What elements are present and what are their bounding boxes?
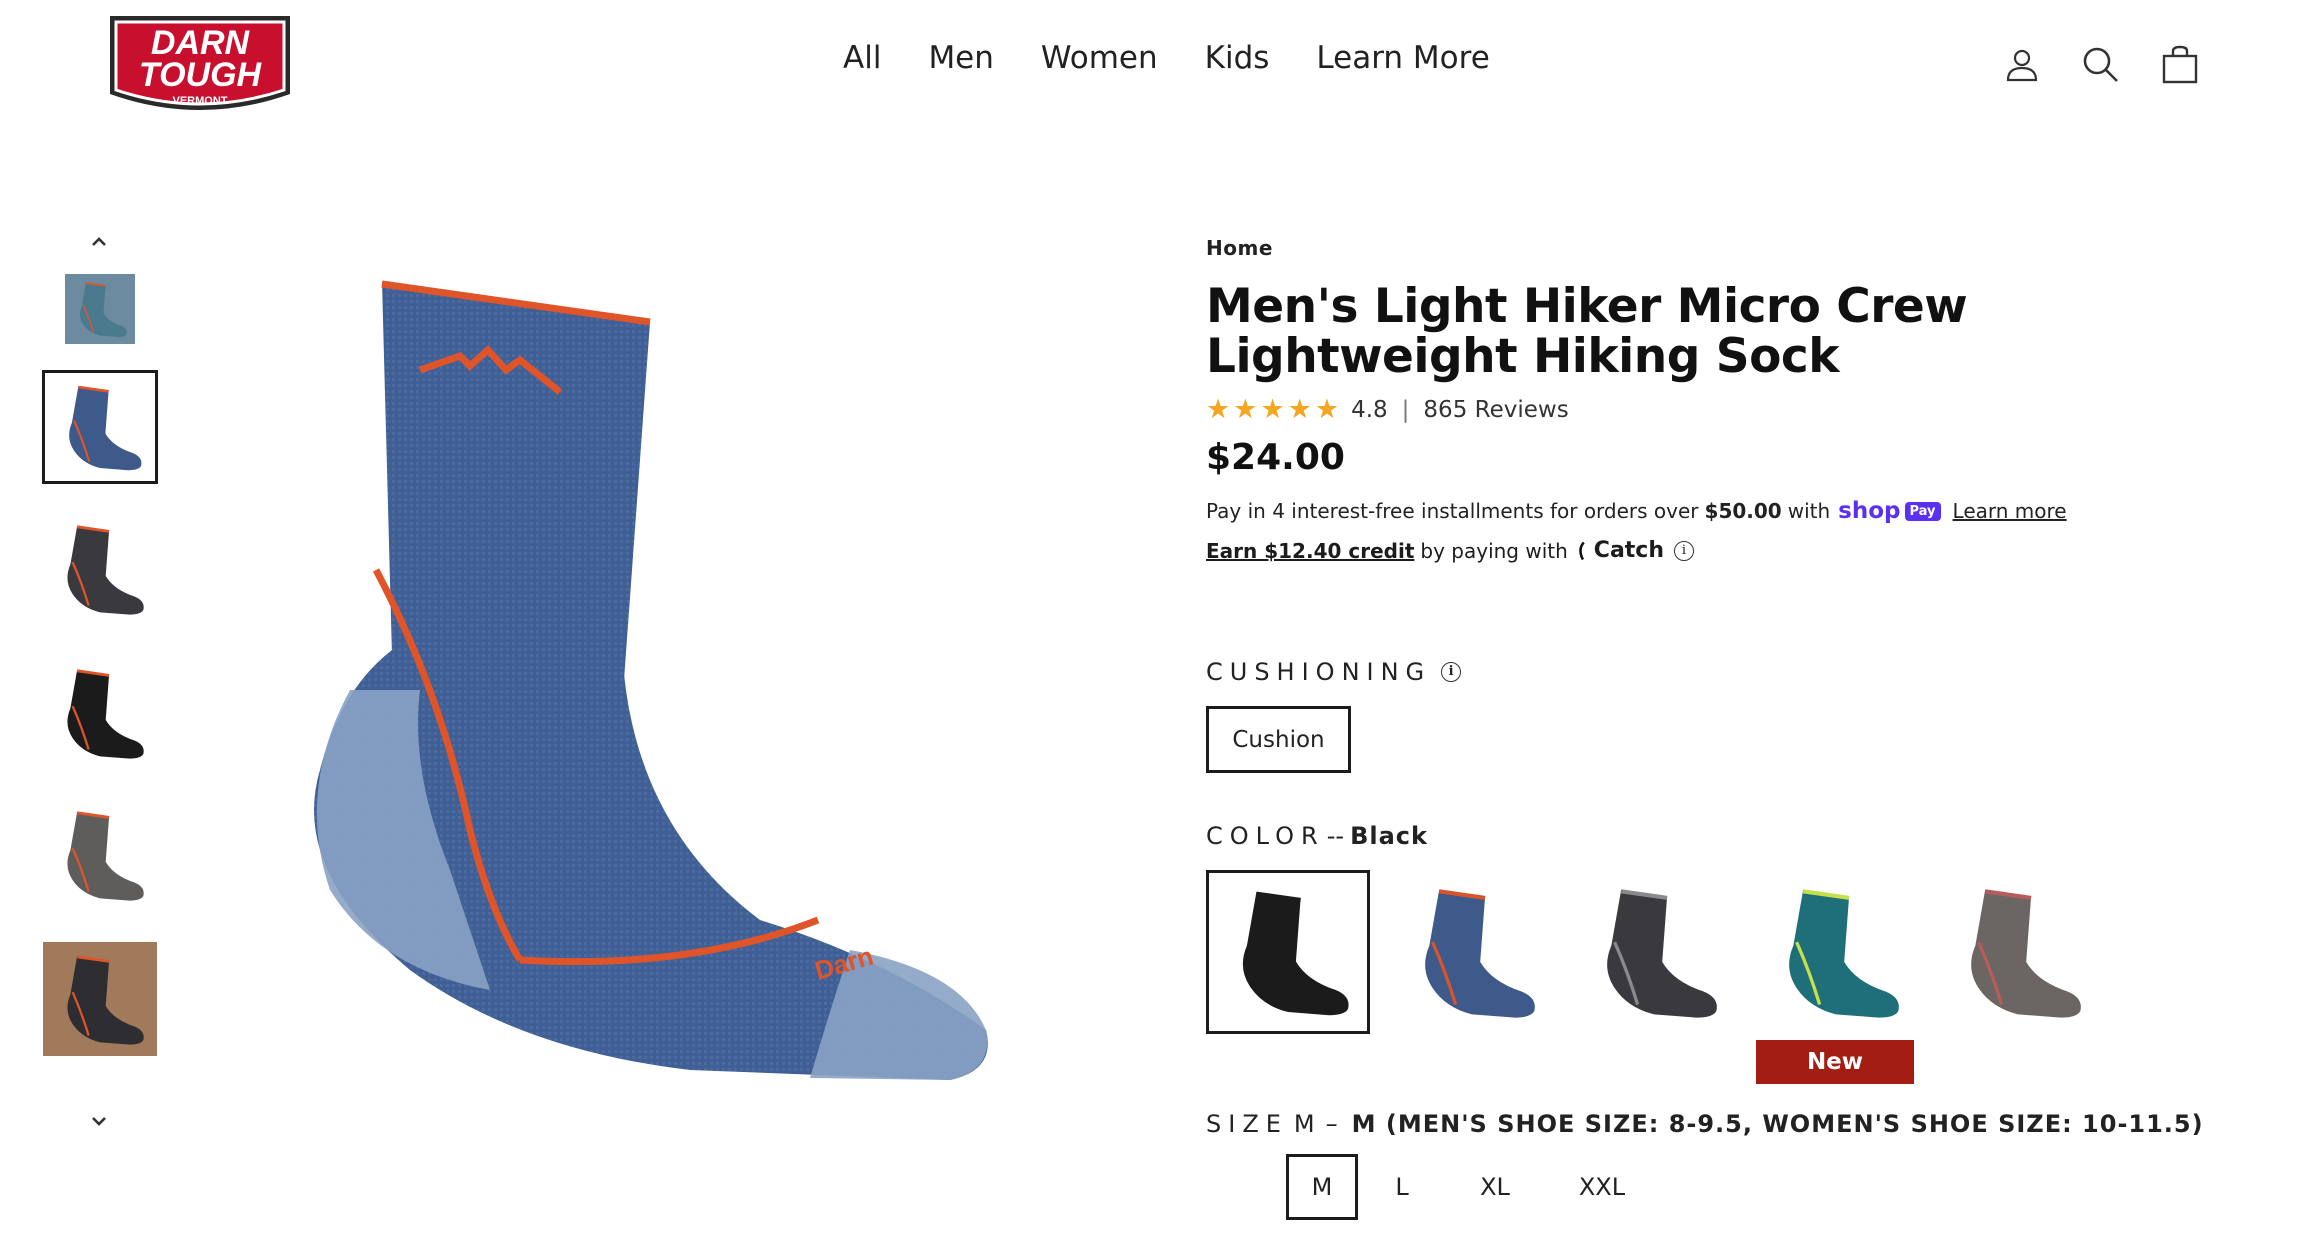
shop-pay-logo: shop — [1838, 498, 1901, 524]
catch-brand: Catch — [1593, 538, 1665, 563]
color-label: COLOR -- Black — [1206, 822, 2246, 850]
color-swatch-black[interactable] — [1206, 870, 1370, 1034]
catch-info-icon[interactable]: i — [1674, 540, 1695, 561]
star-rating[interactable]: ★ ★ ★ ★ ★ — [1206, 396, 1339, 423]
color-label-text: COLOR — [1206, 822, 1325, 850]
size-option-xxl[interactable]: XXL — [1552, 1154, 1652, 1220]
nav-learn-more[interactable]: Learn More — [1316, 40, 1489, 76]
cart-icon[interactable] — [2160, 44, 2200, 84]
new-badge: New — [1756, 1040, 1914, 1084]
earn-credit-link[interactable]: Earn $12.40 credit — [1206, 539, 1414, 563]
star-icon: ★ — [1260, 394, 1285, 425]
installment-text: Pay in 4 interest-free installments for … — [1206, 499, 1699, 523]
star-icon: ★ — [1206, 394, 1231, 425]
rating-value: 4.8 — [1351, 396, 1388, 423]
shop-pay-learn-more-link[interactable]: Learn more — [1953, 499, 2067, 523]
catch-text: by paying with — [1420, 538, 1568, 563]
product-price: $24.00 — [1206, 437, 1345, 478]
installment-threshold: $50.00 — [1704, 499, 1782, 523]
cushion-option-button[interactable]: Cushion — [1206, 706, 1351, 773]
cushioning-label: CUSHIONING i — [1206, 658, 2246, 686]
product-title: Men's Light Hiker Micro Crew Lightweight… — [1206, 279, 1968, 384]
reviews-link[interactable]: 865 Reviews — [1423, 397, 1568, 423]
catch-logo-icon — [1576, 540, 1588, 562]
size-option-xl[interactable]: XL — [1454, 1154, 1536, 1220]
cushioning-info-icon[interactable]: i — [1441, 662, 1462, 682]
thumbnails-down-arrow-icon[interactable] — [84, 1106, 114, 1136]
size-selected-short: M — [1293, 1110, 1322, 1138]
rating-separator: | — [1401, 396, 1410, 423]
main-product-image[interactable]: Darn — [290, 270, 1010, 1090]
color-swatch-gray[interactable] — [1936, 870, 2100, 1034]
thumbnails-up-arrow-icon[interactable] — [84, 226, 114, 256]
account-icon[interactable] — [2002, 44, 2042, 84]
brand-logo[interactable]: DARN TOUGH VERMONT — [104, 10, 296, 120]
thumbnail-charcoal-sock[interactable] — [42, 512, 158, 626]
star-icon: ★ — [1233, 394, 1258, 425]
thumbnail-hiker-boots-photo[interactable] — [42, 274, 158, 344]
color-swatch-charcoal[interactable] — [1572, 870, 1736, 1034]
size-label-text: SIZE — [1206, 1110, 1288, 1138]
shop-pay-row: Pay in 4 interest-free installments for … — [1206, 498, 2246, 524]
cushioning-label-text: CUSHIONING — [1206, 658, 1432, 686]
color-swatch-denim[interactable] — [1390, 870, 1554, 1034]
star-icon: ★ — [1314, 394, 1340, 425]
color-separator: -- — [1326, 822, 1345, 850]
size-dash: – — [1325, 1110, 1338, 1138]
nav-kids[interactable]: Kids — [1205, 40, 1270, 76]
star-icon: ★ — [1287, 394, 1312, 425]
thumbnail-sitting-hiker-photo[interactable] — [42, 942, 158, 1056]
shop-pay-badge: Pay — [1904, 501, 1941, 521]
product-info: Home Men's Light Hiker Micro Crew Lightw… — [1206, 236, 2246, 1220]
catch-credit-row: Earn $12.40 credit by paying with Catch … — [1206, 538, 2246, 563]
size-label: SIZE M – M (MEN'S SHOE SIZE: 8-9.5, WOME… — [1206, 1110, 2246, 1138]
logo-line3: VERMONT — [173, 95, 228, 107]
thumbnail-gray-sock[interactable] — [42, 798, 158, 912]
size-option-l[interactable]: L — [1366, 1154, 1438, 1220]
color-swatch-teal[interactable] — [1754, 870, 1918, 1034]
logo-line2: TOUGH — [139, 56, 263, 94]
nav-women[interactable]: Women — [1041, 40, 1158, 76]
size-option-m[interactable]: M — [1286, 1154, 1358, 1220]
rating-row: ★ ★ ★ ★ ★ 4.8 | 865 Reviews — [1206, 396, 2246, 423]
size-detail: M (MEN'S SHOE SIZE: 8-9.5, WOMEN'S SHOE … — [1351, 1110, 2204, 1138]
breadcrumb-home[interactable]: Home — [1206, 236, 2246, 260]
thumbnail-black-sock[interactable] — [42, 656, 158, 770]
installment-with: with — [1787, 499, 1831, 523]
nav-men[interactable]: Men — [928, 40, 993, 76]
selected-color: Black — [1350, 822, 1428, 850]
thumbnail-denim-sock[interactable] — [42, 370, 158, 484]
search-icon[interactable] — [2080, 44, 2120, 84]
nav-all[interactable]: All — [843, 40, 881, 76]
main-nav: All Men Women Kids Learn More — [843, 40, 1537, 76]
